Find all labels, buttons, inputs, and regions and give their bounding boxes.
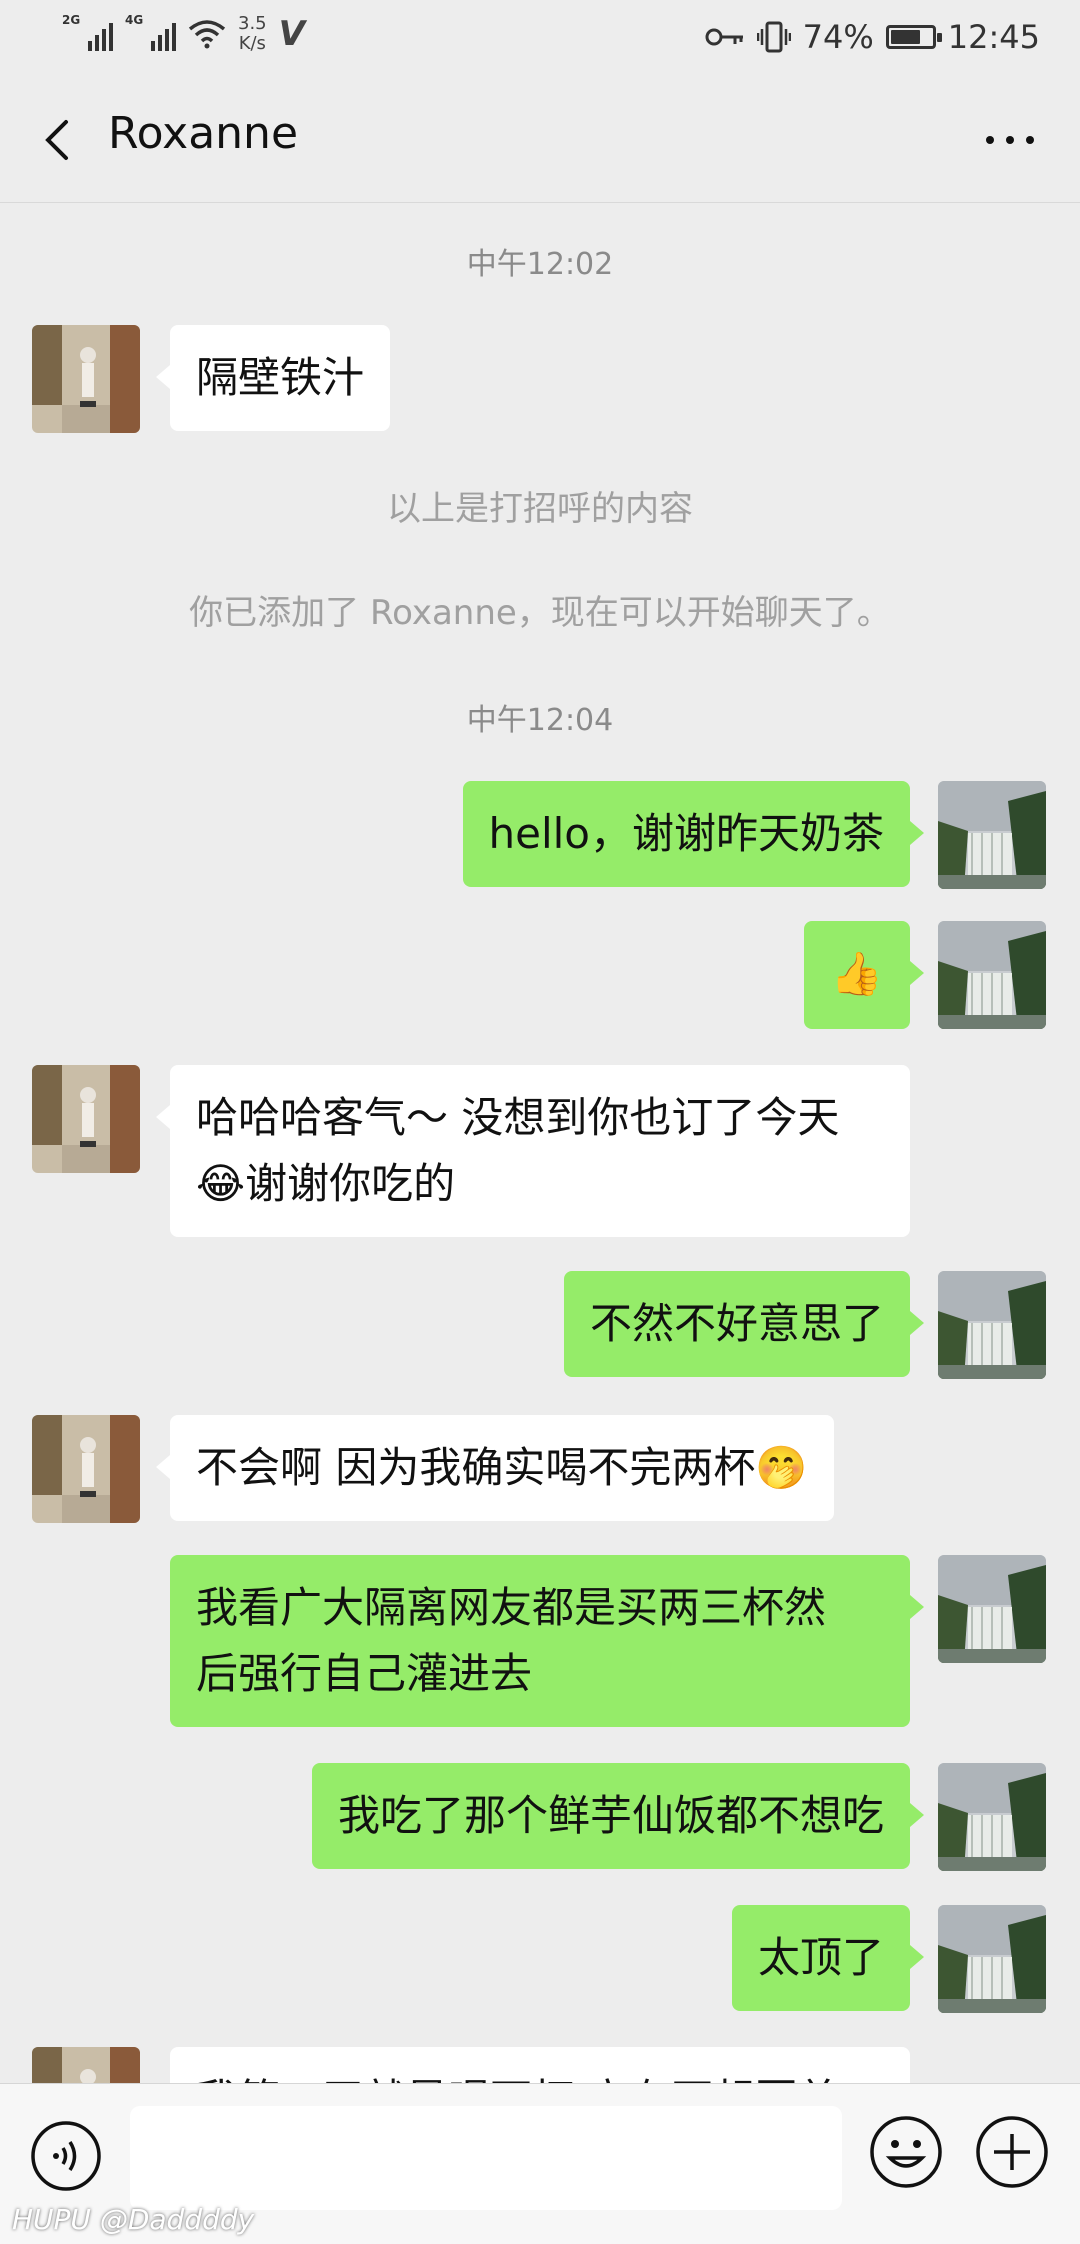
- vibrate-icon: [756, 21, 791, 53]
- signal-2g-icon: 2G: [62, 13, 113, 51]
- message-out[interactable]: 我看广大隔离网友都是买两三杯然 后强行自己灌进去: [170, 1555, 924, 1727]
- network-speed: 3.5 K/s: [238, 13, 267, 54]
- message-out[interactable]: 我吃了那个鲜芋仙饭都不想吃: [311, 1763, 925, 1869]
- signal-4g-icon: 4G: [125, 13, 176, 51]
- battery-percent: 74%: [802, 18, 874, 56]
- my-avatar[interactable]: [938, 1763, 1046, 1871]
- message-in[interactable]: 哈哈哈客气～ 没想到你也订了今天 😂谢谢你吃的: [156, 1065, 910, 1237]
- timestamp: 中午12:02: [466, 247, 614, 282]
- contact-avatar[interactable]: [32, 2047, 140, 2083]
- v-logo-icon: V: [278, 14, 305, 54]
- system-message: 你已添加了 Roxanne，现在可以开始聊天了。: [189, 593, 891, 633]
- more-options-icon[interactable]: [980, 120, 1040, 160]
- system-message: 以上是打招呼的内容: [387, 489, 693, 529]
- message-in[interactable]: 隔壁铁汁: [155, 325, 391, 431]
- contact-avatar[interactable]: [32, 325, 140, 433]
- laughing-tears-icon: 😂: [196, 1159, 246, 1208]
- my-avatar[interactable]: [938, 1271, 1046, 1379]
- my-avatar[interactable]: [938, 1555, 1046, 1663]
- input-bar: HUPU @Daddddy: [0, 2083, 1080, 2244]
- contact-avatar[interactable]: [32, 1415, 140, 1523]
- hand-over-mouth-icon: 🤭: [755, 1443, 808, 1492]
- thumbs-up-icon: 👍: [830, 949, 884, 998]
- clock: 12:45: [947, 18, 1040, 56]
- battery-icon: [885, 25, 942, 49]
- message-out[interactable]: 太顶了: [731, 1905, 925, 2011]
- watermark: HUPU @Daddddy: [12, 2203, 255, 2236]
- message-out[interactable]: hello，谢谢昨天奶茶: [462, 781, 924, 887]
- chat-header: Roxanne: [0, 72, 1080, 203]
- message-out[interactable]: 不然不好意思了: [563, 1271, 925, 1377]
- voice-input-icon[interactable]: [30, 2120, 102, 2192]
- emoji-icon[interactable]: [868, 2114, 944, 2190]
- my-avatar[interactable]: [938, 1905, 1046, 2013]
- contact-avatar[interactable]: [32, 1065, 140, 1173]
- timestamp: 中午12:04: [466, 703, 614, 738]
- back-arrow-icon[interactable]: [36, 112, 86, 168]
- contact-name: Roxanne: [108, 108, 299, 159]
- message-out[interactable]: 👍: [804, 921, 924, 1029]
- plus-icon[interactable]: [974, 2114, 1050, 2190]
- message-in[interactable]: 我第一天就是喝两杯 立有不想要差: [170, 2047, 910, 2083]
- message-input[interactable]: [130, 2106, 842, 2210]
- status-bar: 2G 4G 3.5 K/s V 74% 12:45: [0, 0, 1080, 72]
- my-avatar[interactable]: [938, 921, 1046, 1029]
- wifi-icon: [188, 20, 226, 49]
- chat-area[interactable]: 中午12:02 隔壁铁汁 以上是打招呼的内容 你已添加了 Roxanne，现在可…: [0, 203, 1080, 2083]
- my-avatar[interactable]: [938, 781, 1046, 889]
- key-icon: [705, 28, 743, 46]
- message-in[interactable]: 不会啊 因为我确实喝不完两杯🤭: [156, 1415, 834, 1521]
